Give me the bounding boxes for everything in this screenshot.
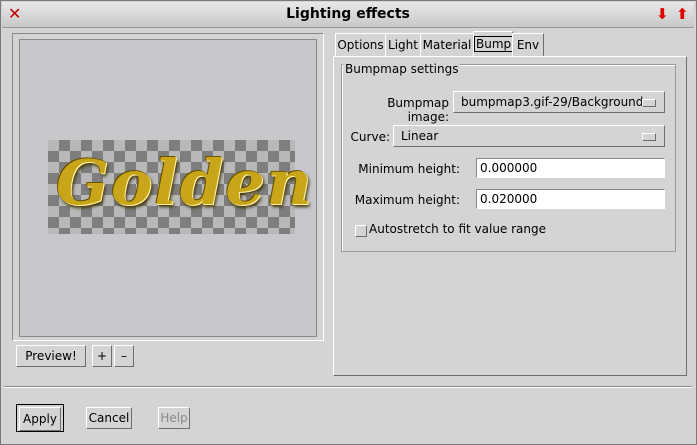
bumpmap-image-select[interactable]: bumpmap3.gif-29/Background: [453, 91, 665, 113]
curve-label: Curve:: [350, 130, 390, 144]
preview-frame: Golden: [12, 33, 324, 341]
zoom-in-button[interactable]: +: [92, 345, 112, 367]
tab-material-label: Material: [422, 38, 472, 52]
minimum-height-field[interactable]: 0.000000: [476, 158, 665, 178]
title-bar[interactable]: ✕ Lighting effects ⬇ ⬆: [2, 2, 694, 28]
tab-env[interactable]: Env: [512, 33, 544, 56]
option-menu-indicator-icon: [642, 99, 656, 107]
apply-button[interactable]: Apply: [19, 407, 61, 431]
cancel-button[interactable]: Cancel: [86, 407, 132, 429]
autostretch-label[interactable]: Autostretch to fit value range: [369, 222, 546, 236]
tab-options-label: Options: [337, 38, 384, 52]
zoom-out-button[interactable]: –: [114, 345, 134, 367]
tab-material[interactable]: Material: [420, 33, 474, 56]
tab-options[interactable]: Options: [335, 33, 386, 56]
curve-select[interactable]: Linear: [393, 125, 665, 147]
tab-light-label: Light: [388, 38, 418, 52]
tab-env-label: Env: [516, 38, 540, 52]
bumpmap-image-label: Bumpmap image:: [387, 96, 449, 124]
maximum-height-field[interactable]: 0.020000: [476, 189, 665, 209]
option-menu-indicator-icon: [642, 133, 656, 141]
action-area-divider: [4, 386, 692, 388]
bumpmap-settings-title: Bumpmap settings: [343, 62, 461, 76]
bumpmap-image-value: bumpmap3.gif-29/Background: [461, 95, 644, 109]
preview-button[interactable]: Preview!: [16, 345, 86, 367]
maximum-height-label: Maximum height:: [354, 193, 460, 207]
minimize-arrow-icon[interactable]: ⬇: [656, 5, 670, 23]
tab-bump[interactable]: Bump: [473, 31, 514, 56]
autostretch-checkbox[interactable]: [355, 225, 367, 237]
minimum-height-label: Minimum height:: [358, 162, 460, 176]
tab-bump-label: Bump: [474, 36, 514, 52]
apply-button-frame[interactable]: Apply: [16, 404, 64, 432]
curve-value: Linear: [401, 129, 439, 143]
maximize-arrow-icon[interactable]: ⬆: [676, 5, 690, 23]
tab-light[interactable]: Light: [385, 33, 421, 56]
window-title: Lighting effects: [286, 6, 410, 22]
help-button: Help: [158, 407, 190, 429]
preview-golden-text-image: Golden: [56, 146, 314, 219]
preview-canvas: Golden: [19, 39, 317, 337]
